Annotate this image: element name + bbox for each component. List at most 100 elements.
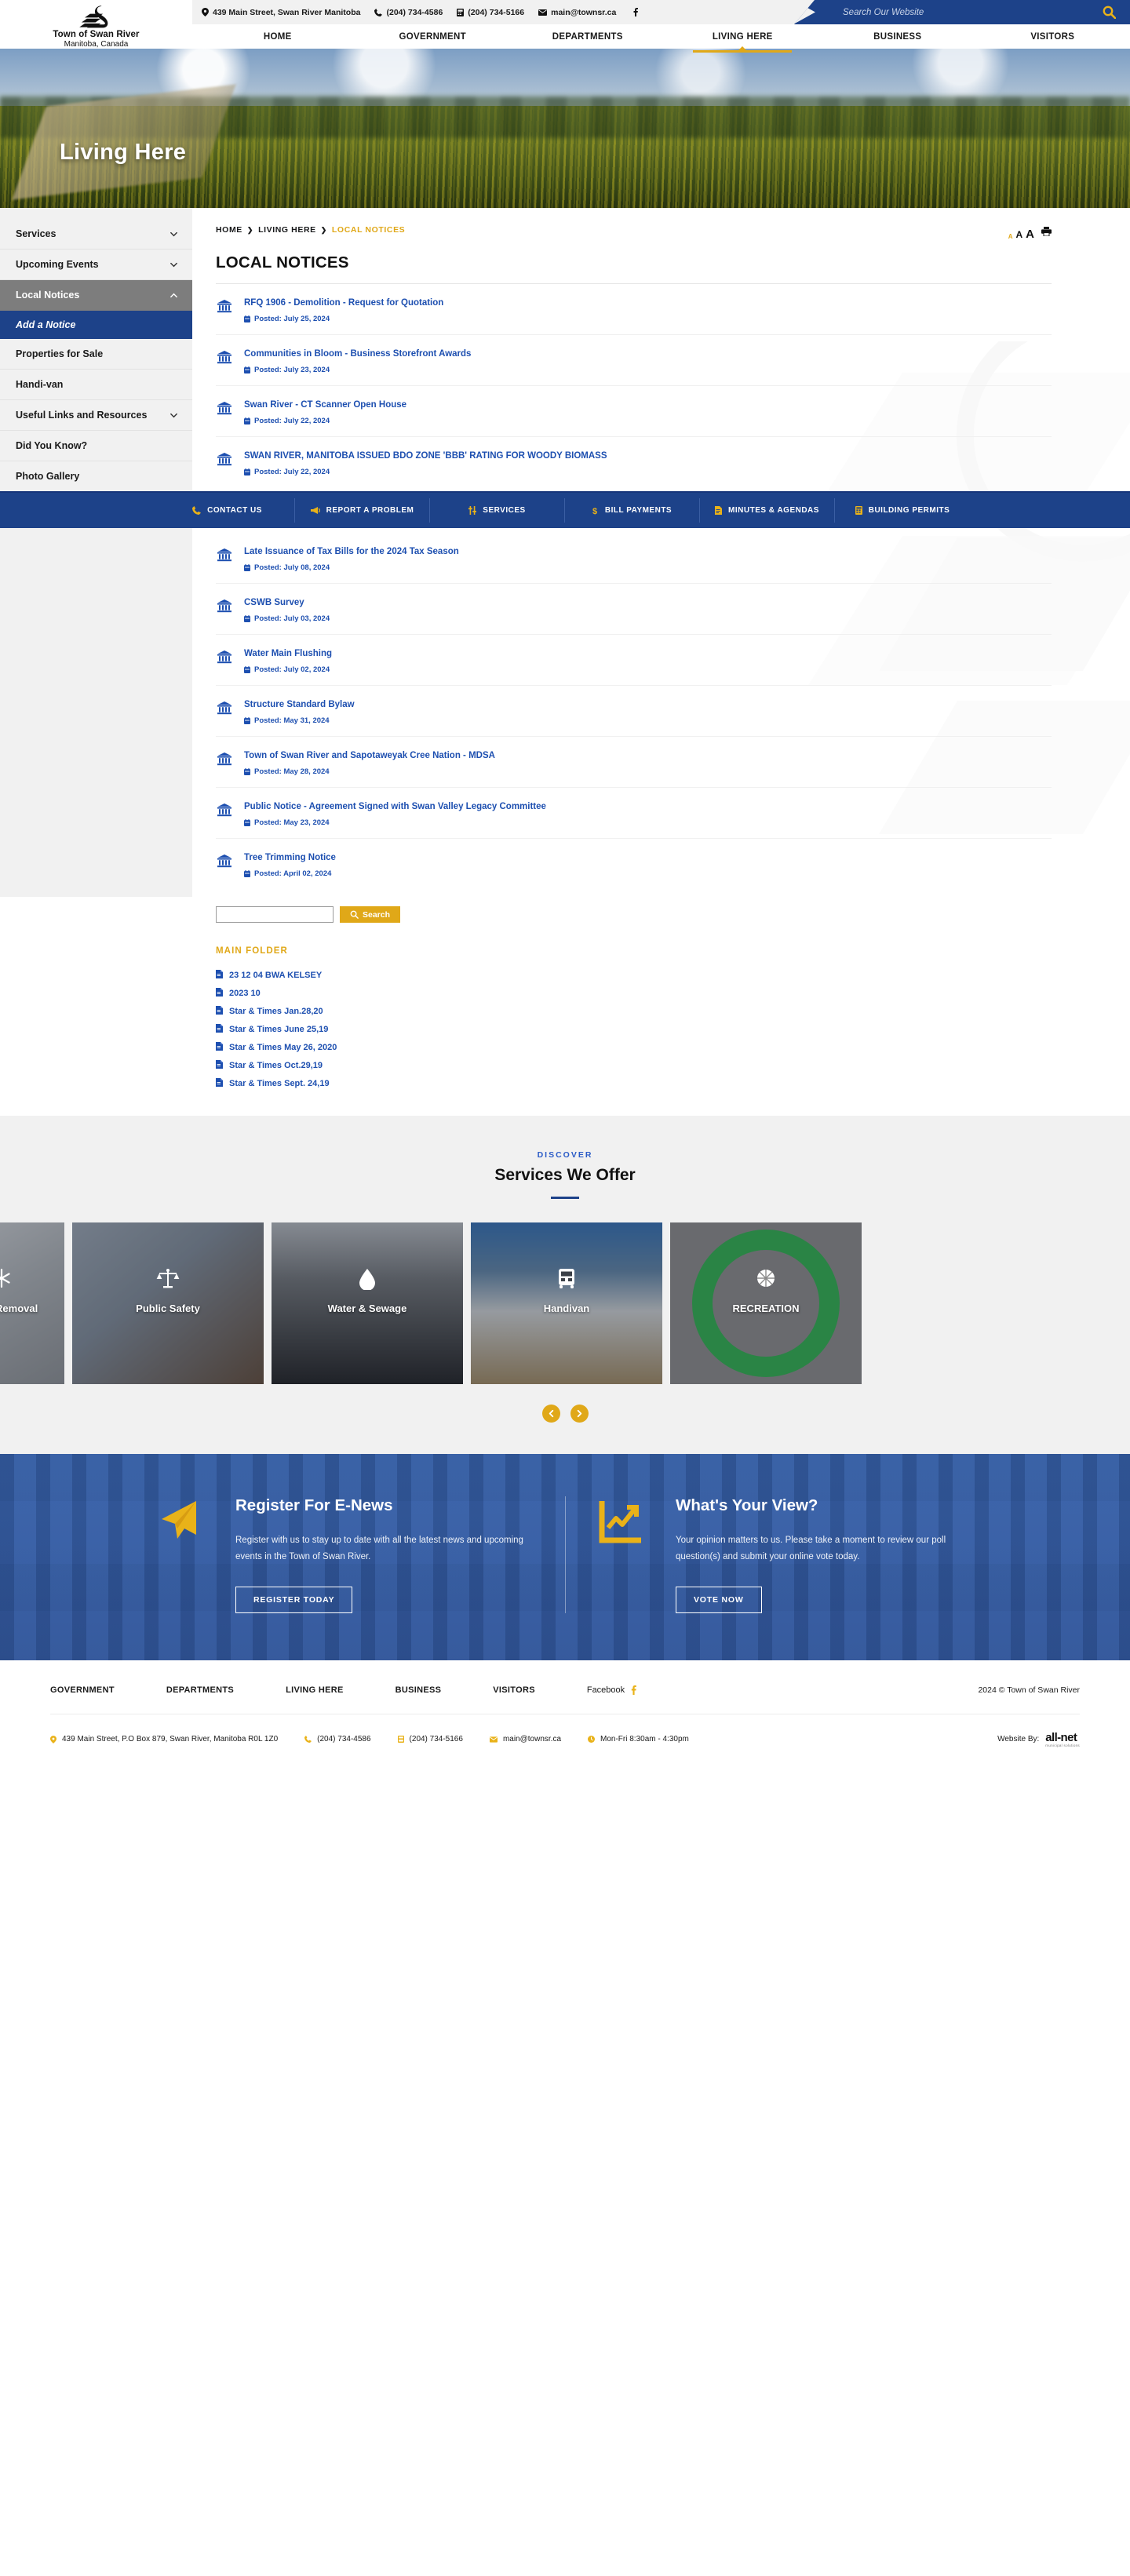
service-card-snow-removal[interactable]: Snow Removal (0, 1222, 64, 1384)
header-phone[interactable]: (204) 734-4586 (374, 8, 443, 17)
sidebar-item-photo-gallery[interactable]: Photo Gallery (0, 461, 192, 491)
quicklink-minutes-agendas[interactable]: MINUTES & AGENDAS (700, 498, 835, 523)
sidebar-item-services[interactable]: Services (0, 219, 192, 250)
footer-link-living-here[interactable]: LIVING HERE (286, 1685, 344, 1695)
file-item[interactable]: Star & Times June 25,19 (216, 1024, 1052, 1035)
quicklink-bill-payments[interactable]: $ BILL PAYMENTS (565, 498, 700, 523)
notice-title[interactable]: Public Notice - Agreement Signed with Sw… (244, 802, 546, 811)
notices-list-bottom: Late Issuance of Tax Bills for the 2024 … (216, 533, 1052, 889)
nav-item-living-here[interactable]: LIVING HERE (665, 24, 821, 53)
file-item[interactable]: Star & Times Sept. 24,19 (216, 1078, 1052, 1089)
font-size-small-button[interactable]: A (1008, 233, 1013, 240)
search-submit-button[interactable] (1103, 5, 1116, 19)
notice-title[interactable]: SWAN RIVER, MANITOBA ISSUED BDO ZONE 'BB… (244, 451, 607, 461)
notice-item[interactable]: RFQ 1906 - Demolition - Request for Quot… (216, 284, 1052, 335)
notice-item[interactable]: Communities in Bloom - Business Storefro… (216, 335, 1052, 386)
file-item[interactable]: Star & Times Oct.29,19 (216, 1060, 1052, 1071)
breadcrumb-home[interactable]: HOME (216, 225, 242, 235)
quicklink-building-permits[interactable]: BUILDING PERMITS (835, 498, 970, 523)
services-carousel[interactable]: Snow Removal Public Safety Water & Sewag… (0, 1222, 1130, 1384)
font-size-medium-button[interactable]: A (1015, 229, 1022, 240)
chevron-down-icon (170, 231, 177, 236)
notice-title[interactable]: Structure Standard Bylaw (244, 700, 355, 709)
footer-phone[interactable]: (204) 734-4586 (304, 1735, 371, 1743)
footer-facebook-label: Facebook (586, 1685, 625, 1695)
file-item[interactable]: Star & Times Jan.28,20 (216, 1006, 1052, 1017)
pdf-file-icon (216, 970, 223, 981)
search-input[interactable] (843, 7, 1103, 17)
notice-item[interactable]: Swan River - CT Scanner Open House Posted… (216, 386, 1052, 437)
nav-item-visitors[interactable]: VISITORS (975, 24, 1130, 49)
nav-item-home[interactable]: HOME (200, 24, 355, 49)
sidebar-item-local-notices[interactable]: Local Notices (0, 280, 192, 311)
vendor-logo[interactable]: all-net municipal solutions (1045, 1732, 1080, 1747)
sidebar-item-useful-links[interactable]: Useful Links and Resources (0, 400, 192, 431)
sidebar-item-add-a-notice[interactable]: Add a Notice (0, 311, 192, 339)
notice-item[interactable]: Public Notice - Agreement Signed with Sw… (216, 788, 1052, 839)
notice-title[interactable]: Town of Swan River and Sapotaweyak Cree … (244, 751, 495, 760)
nav-item-business[interactable]: BUSINESS (820, 24, 975, 49)
service-card-handivan[interactable]: Handivan (471, 1222, 662, 1384)
carousel-prev-button[interactable] (541, 1405, 560, 1423)
footer-link-departments[interactable]: DEPARTMENTS (166, 1685, 234, 1695)
location-icon (50, 1735, 56, 1743)
sidebar-item-did-you-know[interactable]: Did You Know? (0, 431, 192, 461)
print-button[interactable] (1041, 226, 1052, 240)
footer-facebook-link[interactable]: Facebook (587, 1685, 636, 1695)
footer-email[interactable]: main@townsr.ca (489, 1735, 561, 1743)
header-fax[interactable]: (204) 734-5166 (457, 8, 524, 17)
notice-item[interactable]: Structure Standard Bylaw Posted: May 31, … (216, 686, 1052, 737)
service-card-public-safety[interactable]: Public Safety (72, 1222, 264, 1384)
site-logo[interactable]: Town of Swan River Manitoba, Canada (0, 0, 192, 49)
bus-icon (471, 1268, 662, 1294)
footer-fax[interactable]: (204) 734-5166 (397, 1735, 463, 1743)
scales-icon (72, 1268, 264, 1294)
footer-link-business[interactable]: BUSINESS (396, 1685, 442, 1695)
file-item[interactable]: 23 12 04 BWA KELSEY (216, 970, 1052, 981)
notice-item[interactable]: Late Issuance of Tax Bills for the 2024 … (216, 533, 1052, 584)
file-search-button[interactable]: Search (340, 906, 401, 923)
notice-item[interactable]: Tree Trimming Notice Posted: April 02, 20… (216, 839, 1052, 889)
service-card-recreation[interactable]: RECREATION (670, 1222, 862, 1384)
notice-item[interactable]: Water Main Flushing Posted: July 02, 2024 (216, 635, 1052, 686)
clock-icon (588, 1736, 596, 1743)
quicklink-contact-us[interactable]: CONTACT US (160, 498, 295, 523)
services-eyebrow: DISCOVER (537, 1150, 593, 1160)
breadcrumb-section[interactable]: LIVING HERE (258, 225, 316, 235)
sidebar-item-upcoming-events[interactable]: Upcoming Events (0, 250, 192, 280)
footer-link-government[interactable]: GOVERNMENT (50, 1685, 115, 1695)
notice-title[interactable]: Water Main Flushing (244, 649, 332, 658)
footer-link-visitors[interactable]: VISITORS (493, 1685, 535, 1695)
notice-title[interactable]: RFQ 1906 - Demolition - Request for Quot… (244, 298, 443, 308)
service-card-water-sewage[interactable]: Water & Sewage (272, 1222, 463, 1384)
header-email[interactable]: main@townsr.ca (538, 8, 616, 17)
footer-address[interactable]: 439 Main Street, P.O Box 879, Swan River… (50, 1735, 278, 1743)
quicklink-report-a-problem[interactable]: REPORT A PROBLEM (295, 498, 430, 523)
file-search-input[interactable] (216, 906, 334, 923)
carousel-next-button[interactable] (570, 1405, 589, 1423)
notice-title[interactable]: Communities in Bloom - Business Storefro… (244, 349, 471, 359)
notice-title[interactable]: Late Issuance of Tax Bills for the 2024 … (244, 547, 459, 556)
fax-icon (457, 8, 465, 16)
register-today-button[interactable]: REGISTER TODAY (235, 1586, 353, 1613)
font-size-large-button[interactable]: A (1026, 228, 1034, 240)
header-address[interactable]: 439 Main Street, Swan River Manitoba (202, 8, 360, 17)
nav-item-departments[interactable]: DEPARTMENTS (510, 24, 665, 49)
notice-title[interactable]: Swan River - CT Scanner Open House (244, 400, 406, 410)
sidebar-item-properties-for-sale[interactable]: Properties for Sale (0, 339, 192, 370)
vote-now-button[interactable]: VOTE NOW (676, 1586, 762, 1613)
header-facebook-link[interactable] (633, 8, 639, 16)
notice-item[interactable]: Town of Swan River and Sapotaweyak Cree … (216, 737, 1052, 788)
nav-item-government[interactable]: GOVERNMENT (355, 24, 511, 49)
notice-item[interactable]: SWAN RIVER, MANITOBA ISSUED BDO ZONE 'BB… (216, 437, 1052, 487)
notice-title[interactable]: CSWB Survey (244, 598, 304, 607)
sidebar-item-handi-van[interactable]: Handi-van (0, 370, 192, 400)
swan-logo-icon (78, 5, 108, 28)
notice-title[interactable]: Tree Trimming Notice (244, 853, 336, 862)
file-item[interactable]: 2023 10 (216, 988, 1052, 999)
quicklink-services[interactable]: SERVICES (430, 498, 565, 523)
calendar-icon (244, 717, 250, 724)
file-item[interactable]: Star & Times May 26, 2020 (216, 1042, 1052, 1053)
location-icon (202, 8, 209, 16)
notice-item[interactable]: CSWB Survey Posted: July 03, 2024 (216, 584, 1052, 635)
